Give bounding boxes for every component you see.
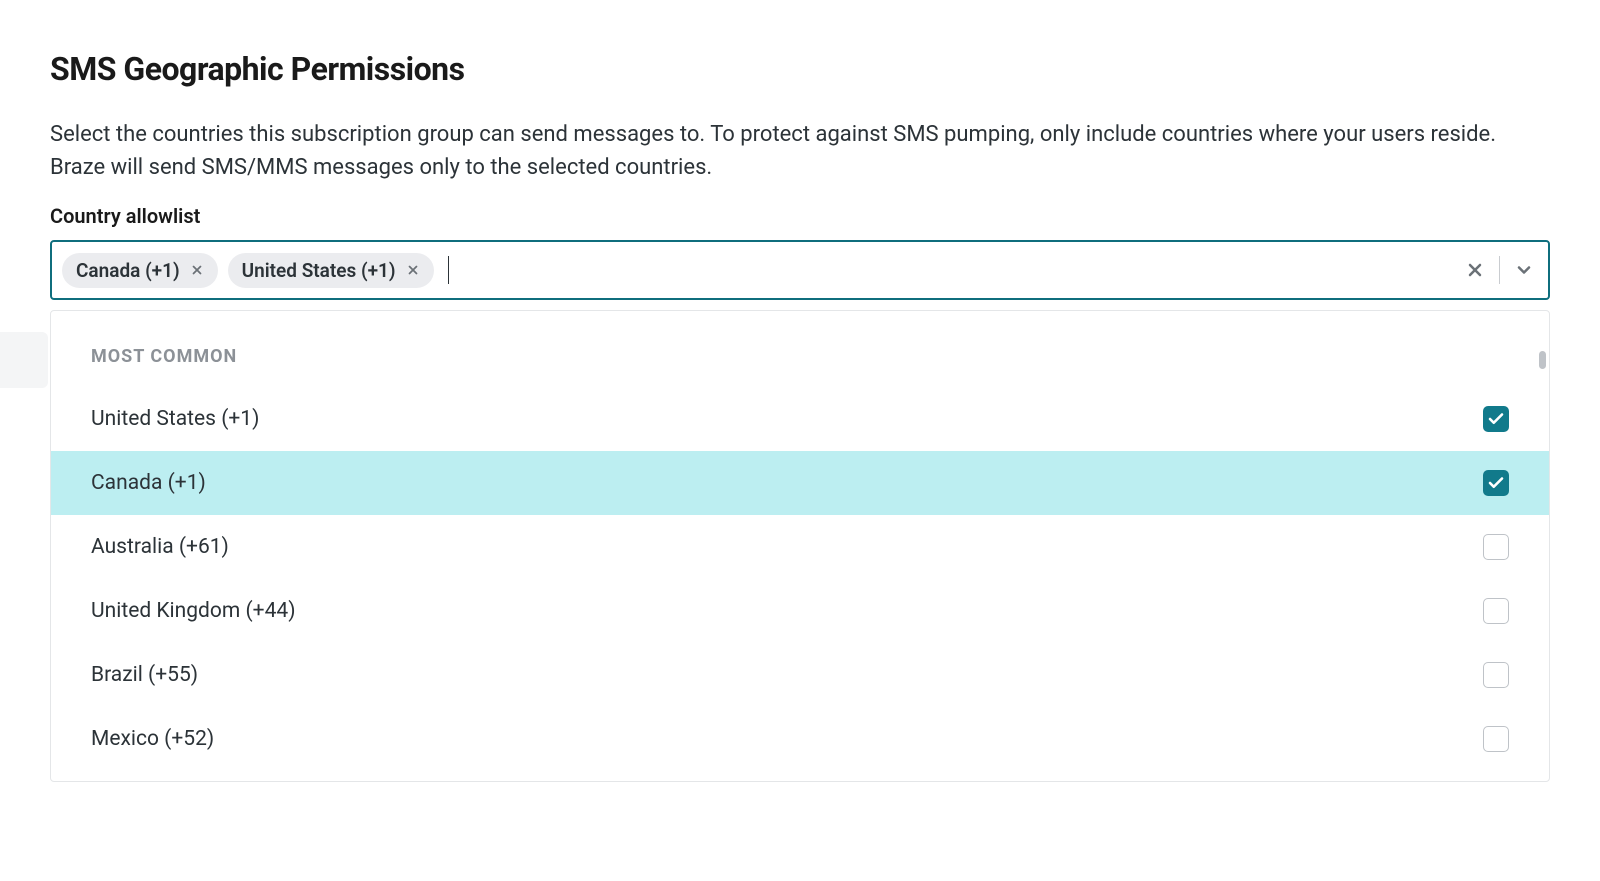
- scrollbar-thumb[interactable]: [1539, 351, 1546, 369]
- option-united-kingdom[interactable]: United Kingdom (+44): [51, 579, 1549, 643]
- allowlist-label: Country allowlist: [50, 204, 1550, 228]
- option-label: United Kingdom (+44): [91, 599, 296, 623]
- option-canada[interactable]: Canada (+1): [51, 451, 1549, 515]
- option-label: Canada (+1): [91, 471, 206, 495]
- option-mexico[interactable]: Mexico (+52): [51, 707, 1549, 771]
- chip-remove-icon[interactable]: [406, 263, 420, 277]
- chip-label: Canada (+1): [76, 259, 180, 282]
- checkbox-checked-icon[interactable]: [1483, 406, 1509, 432]
- chip-united-states[interactable]: United States (+1): [228, 253, 434, 288]
- option-label: Mexico (+52): [91, 727, 214, 751]
- description-text: Select the countries this subscription g…: [50, 118, 1550, 184]
- checkbox-unchecked-icon[interactable]: [1483, 662, 1509, 688]
- page-title: SMS Geographic Permissions: [50, 50, 1550, 88]
- chip-label: United States (+1): [242, 259, 396, 282]
- selected-chips-container: Canada (+1) United States (+1): [62, 253, 1465, 288]
- text-cursor: [448, 256, 450, 284]
- dropdown-group-header: MOST COMMON: [51, 336, 1549, 387]
- left-edge-tab: [0, 332, 48, 388]
- checkbox-checked-icon[interactable]: [1483, 470, 1509, 496]
- country-multiselect[interactable]: Canada (+1) United States (+1): [50, 240, 1550, 300]
- checkbox-unchecked-icon[interactable]: [1483, 534, 1509, 560]
- option-label: United States (+1): [91, 407, 259, 431]
- option-label: Australia (+61): [91, 535, 229, 559]
- checkbox-unchecked-icon[interactable]: [1483, 726, 1509, 752]
- chip-canada[interactable]: Canada (+1): [62, 253, 218, 288]
- clear-all-icon[interactable]: [1465, 260, 1485, 280]
- option-label: Brazil (+55): [91, 663, 198, 687]
- option-united-states[interactable]: United States (+1): [51, 387, 1549, 451]
- option-australia[interactable]: Australia (+61): [51, 515, 1549, 579]
- action-divider: [1499, 256, 1500, 284]
- select-actions: [1465, 256, 1538, 284]
- chevron-down-icon[interactable]: [1514, 260, 1538, 280]
- checkbox-unchecked-icon[interactable]: [1483, 598, 1509, 624]
- option-brazil[interactable]: Brazil (+55): [51, 643, 1549, 707]
- country-dropdown: MOST COMMON United States (+1) Canada (+…: [50, 310, 1550, 782]
- chip-remove-icon[interactable]: [190, 263, 204, 277]
